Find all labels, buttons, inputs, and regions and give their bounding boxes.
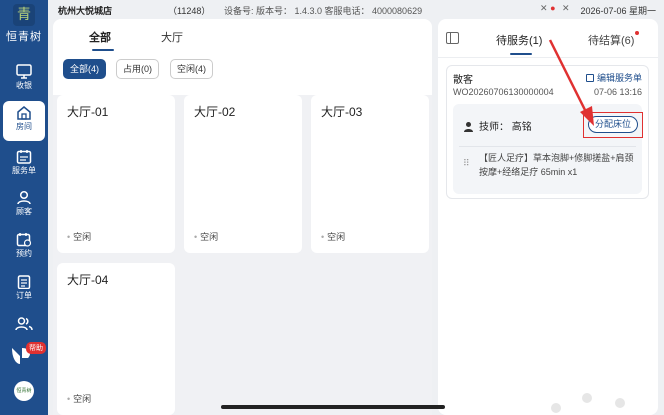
room-status: 空闲 [67,392,91,405]
room-status: 空闲 [67,230,91,243]
tab-hall[interactable]: 大厅 [161,29,183,45]
monitor-icon [16,64,32,79]
drag-handle-icon[interactable]: ⠿ [463,158,470,169]
status-bar: 杭州大悦城店 （11248） 设备号: 版本号： 1.4.3.0 客服电话： 4… [48,0,664,18]
room-name: 大厅-04 [67,273,109,287]
user-icon [17,190,31,205]
datetime: 2026-07-06 星期一 [580,6,656,16]
panel-collapse-icon[interactable] [446,32,459,44]
help-badge: 帮助 [26,342,46,354]
technician: 技师： 高铭 [463,118,532,133]
room-card[interactable]: 大厅-01 空闲 [57,95,175,253]
tab-active-indicator [510,53,532,55]
sidebar-item-customers[interactable]: 顾客 [0,186,48,226]
clipboard-icon [17,275,31,289]
wifi-off-icon: ✕ [562,3,570,13]
customer-type: 散客 [453,75,473,86]
help-button[interactable]: 帮助 [8,342,46,370]
tab-pending-service[interactable]: 待服务(1) [496,32,542,48]
device-info: 设备号: 版本号： 1.4.3.0 客服电话： 4000080629 [224,6,423,16]
notification-dot-icon: ● [550,3,556,13]
annotation-arrow [548,39,594,126]
home-icon [17,106,31,120]
technician-icon [464,122,473,132]
sidebar-item-label: 订单 [16,291,32,300]
technician-name: 技师： 高铭 [479,122,532,133]
filter-occupied[interactable]: 占用(0) [116,59,159,79]
room-status: 空闲 [194,230,218,243]
filter-all[interactable]: 全部(4) [63,59,106,79]
home-indicator[interactable] [221,405,445,409]
logo-mark: 青 [13,4,35,26]
room-name: 大厅-01 [67,105,109,119]
order-time: 07-06 13:16 [593,87,642,97]
sidebar-item-service-orders[interactable]: 服务单 [0,145,48,185]
tab-active-indicator [92,49,114,51]
calendar-list-icon [16,150,32,164]
calendar-clock-icon [16,233,32,247]
store-name: 杭州大悦城店 [58,6,113,16]
room-card[interactable]: 大厅-03 空闲 [311,95,429,253]
edit-order-label: 编辑服务单 [596,73,642,83]
status-icons: ✕ ● ✕ [540,3,570,14]
sidebar-item-staff[interactable] [0,312,48,340]
users-icon [15,317,33,331]
sidebar-item-label: 收银 [16,81,32,90]
rooms-grid: 大厅-01 空闲 大厅-02 空闲 大厅-03 空闲 大厅-04 空闲 [53,95,432,415]
avatar[interactable]: 恒青树 [14,381,34,401]
room-name: 大厅-02 [194,105,236,119]
sidebar-item-orders[interactable]: 订单 [0,270,48,310]
store-code: （11248） [168,6,211,16]
tab-all[interactable]: 全部 [89,29,111,45]
room-card[interactable]: 大厅-02 空闲 [184,95,302,253]
sidebar-item-rooms[interactable]: 房间 [3,101,45,141]
sidebar-item-label: 顾客 [16,207,32,216]
sidebar: 青 恒青树 收银 房间 服务单 顾客 预约 订单 帮助 恒青树 [0,0,48,415]
brand-name: 恒青树 [6,30,42,43]
sidebar-item-label: 预约 [16,249,32,258]
mute-icon: ✕ [540,3,548,13]
sidebar-item-cashier[interactable]: 收银 [0,60,48,100]
sidebar-item-label: 服务单 [12,166,36,175]
sidebar-item-appointments[interactable]: 预约 [0,228,48,268]
room-status: 空闲 [321,230,345,243]
notification-dot [635,31,640,35]
filter-free[interactable]: 空闲(4) [170,59,213,79]
room-name: 大厅-03 [321,105,363,119]
order-number: WO20260706130000004 [453,87,554,97]
service-item: 【匠人足疗】草本泡脚+修脚搓盐+肩颈按摩+经络足疗 65min x1 [479,153,634,177]
divider [459,146,636,147]
room-card[interactable]: 大厅-04 空闲 [57,263,175,415]
brand-logo: 青 恒青树 [0,4,48,44]
sidebar-item-label: 房间 [16,122,32,131]
